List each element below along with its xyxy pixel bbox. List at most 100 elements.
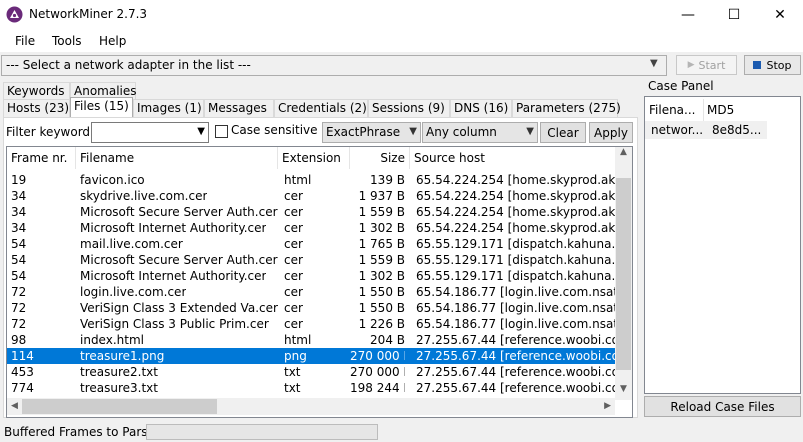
close-button[interactable]: ✕: [757, 0, 803, 30]
size-cell: 1 550 B: [358, 301, 405, 315]
scroll-up-icon[interactable]: ▲: [615, 147, 632, 157]
scroll-down-icon[interactable]: ▼: [620, 384, 627, 394]
case-column-filename[interactable]: Filena...: [649, 103, 695, 117]
filename-cell: mail.live.com.cer: [80, 237, 183, 251]
start-button[interactable]: ▶ Start: [676, 55, 737, 75]
table-row[interactable]: 54 mail.live.com.cer cer 1 765 B 65.55.129.1…: [7, 236, 616, 252]
frame-cell: 34: [11, 221, 27, 235]
networkminer-logo-icon: [6, 6, 23, 23]
apply-button[interactable]: Apply: [589, 122, 633, 143]
filename-cell: skydrive.live.com.cer: [80, 189, 208, 203]
source-host-cell: 65.55.129.171 [dispatch.kahuna.glbc: [416, 269, 616, 283]
table-row[interactable]: 54 Microsoft Internet Authority.cer cer 1 3…: [7, 268, 616, 284]
filename-cell: VeriSign Class 3 Public Prim.cer: [80, 317, 269, 331]
maximize-button[interactable]: ☐: [711, 0, 757, 30]
frame-cell: 34: [11, 189, 27, 203]
size-cell: 270 000 B: [350, 349, 405, 363]
filename-cell: Microsoft Secure Server Auth.cer: [80, 253, 278, 267]
source-host-cell: 65.55.129.171 [dispatch.kahuna.glbc: [416, 237, 616, 251]
extension-cell: cer: [284, 221, 303, 235]
filter-keyword-label: Filter keyword:: [6, 125, 95, 139]
minimize-button[interactable]: —: [665, 0, 711, 30]
source-host-cell: 65.54.186.77 [login.live.com.nsatc.r: [416, 285, 616, 299]
filename-cell: Microsoft Internet Authority.cer: [80, 221, 267, 235]
tab-hosts[interactable]: Hosts (23): [3, 99, 70, 118]
tab-messages[interactable]: Messages: [204, 99, 274, 118]
window-title: NetworkMiner 2.7.3: [29, 7, 148, 21]
menu-tools[interactable]: Tools: [52, 34, 82, 48]
source-host-cell: 65.55.129.171 [dispatch.kahuna.glbc: [416, 253, 616, 267]
source-host-cell: 27.255.67.44 [reference.woobi.co.kr: [416, 349, 616, 363]
table-row[interactable]: 72 VeriSign Class 3 Public Prim.cer cer 1 2…: [7, 316, 616, 332]
network-adapter-select[interactable]: --- Select a network adapter in the list…: [1, 55, 667, 76]
table-row[interactable]: 19 favicon.ico html 139 B 65.54.224.254 [hom…: [7, 172, 616, 188]
table-row[interactable]: 72 VeriSign Class 3 Extended Va.cer cer 1 5…: [7, 300, 616, 316]
clear-button[interactable]: Clear: [540, 122, 586, 143]
tab-files[interactable]: Files (15): [70, 97, 133, 118]
source-host-cell: 65.54.224.254 [home.skyprod.akadr: [416, 221, 616, 235]
table-row[interactable]: 34 Microsoft Internet Authority.cer cer 1 3…: [7, 220, 616, 236]
filter-keyword-input[interactable]: ▼: [91, 122, 209, 143]
extension-cell: cer: [284, 253, 303, 267]
frame-cell: 54: [11, 253, 27, 267]
reload-case-files-button[interactable]: Reload Case Files: [644, 396, 801, 417]
size-cell: 1 302 B: [358, 221, 405, 235]
size-cell: 1 226 B: [358, 317, 405, 331]
table-row[interactable]: 34 skydrive.live.com.cer cer 1 937 B 65.54.2…: [7, 188, 616, 204]
stop-button[interactable]: Stop: [744, 55, 801, 75]
column-header-size[interactable]: Size: [350, 147, 410, 169]
extension-cell: txt: [284, 381, 301, 395]
size-cell: 1 302 B: [358, 269, 405, 283]
table-row[interactable]: 98 index.html html 204 B 27.255.67.44 [refer…: [7, 332, 616, 348]
extension-cell: cer: [284, 237, 303, 251]
tab-dns[interactable]: DNS (16): [450, 99, 512, 118]
size-cell: 1 559 B: [358, 253, 405, 267]
size-cell: 1 937 B: [358, 189, 405, 203]
extension-cell: cer: [284, 285, 303, 299]
frame-cell: 72: [11, 285, 27, 299]
size-cell: 270 000 B: [350, 365, 405, 379]
filename-cell: favicon.ico: [80, 173, 145, 187]
scroll-left-icon[interactable]: ◀: [11, 401, 18, 411]
match-mode-select[interactable]: ExactPhrase ▼: [322, 122, 421, 143]
filename-cell: Microsoft Secure Server Auth.cer: [80, 205, 278, 219]
extension-cell: cer: [284, 317, 303, 331]
column-select[interactable]: Any column ▼: [422, 122, 538, 143]
extension-cell: cer: [284, 301, 303, 315]
size-cell: 204 B: [370, 333, 405, 347]
case-sensitive-checkbox[interactable]: [215, 125, 228, 138]
scroll-right-icon[interactable]: ▶: [604, 401, 611, 411]
tab-credentials[interactable]: Credentials (2): [274, 99, 368, 118]
case-files-table[interactable]: Filena... MD5 networ... 8e8d5...: [644, 96, 801, 394]
menu-help[interactable]: Help: [99, 34, 126, 48]
table-row[interactable]: 774 treasure3.txt txt 198 244 B 27.255.67.44…: [7, 380, 616, 396]
column-header-extension[interactable]: Extension: [278, 147, 350, 169]
size-cell: 1 765 B: [358, 237, 405, 251]
column-header-source-host[interactable]: Source host: [410, 147, 620, 169]
filename-cell: treasure2.txt: [80, 365, 158, 379]
source-host-cell: 27.255.67.44 [reference.woobi.co.kr: [416, 333, 616, 347]
column-header-filename[interactable]: Filename: [76, 147, 278, 169]
play-icon: ▶: [687, 60, 695, 70]
filename-cell: login.live.com.cer: [80, 285, 187, 299]
tab-sessions[interactable]: Sessions (9): [368, 99, 450, 118]
tab-images[interactable]: Images (1): [133, 99, 204, 118]
table-row[interactable]: 114 treasure1.png png 270 000 B 27.255.67.44…: [7, 348, 616, 364]
frame-cell: 19: [11, 173, 27, 187]
chevron-down-icon: ▼: [409, 126, 417, 137]
column-divider: [703, 99, 704, 121]
horizontal-scroll-thumb[interactable]: [22, 399, 217, 414]
case-file-name: networ...: [651, 123, 704, 137]
tab-parameters[interactable]: Parameters (275): [512, 99, 621, 118]
column-header-frame[interactable]: Frame nr.: [7, 147, 76, 169]
match-mode-value: ExactPhrase: [326, 125, 401, 139]
table-row[interactable]: 453 treasure2.txt txt 270 000 B 27.255.67.44…: [7, 364, 616, 380]
extension-cell: html: [284, 333, 312, 347]
files-table[interactable]: Frame nr. Filename Extension Size Source…: [6, 146, 633, 418]
menu-file[interactable]: File: [15, 34, 35, 48]
case-column-md5[interactable]: MD5: [707, 103, 734, 117]
table-row[interactable]: 54 Microsoft Secure Server Auth.cer cer 1 5…: [7, 252, 616, 268]
table-row[interactable]: 34 Microsoft Secure Server Auth.cer cer 1 5…: [7, 204, 616, 220]
table-row[interactable]: 72 login.live.com.cer cer 1 550 B 65.54.186.…: [7, 284, 616, 300]
vertical-scroll-thumb[interactable]: [616, 178, 631, 370]
